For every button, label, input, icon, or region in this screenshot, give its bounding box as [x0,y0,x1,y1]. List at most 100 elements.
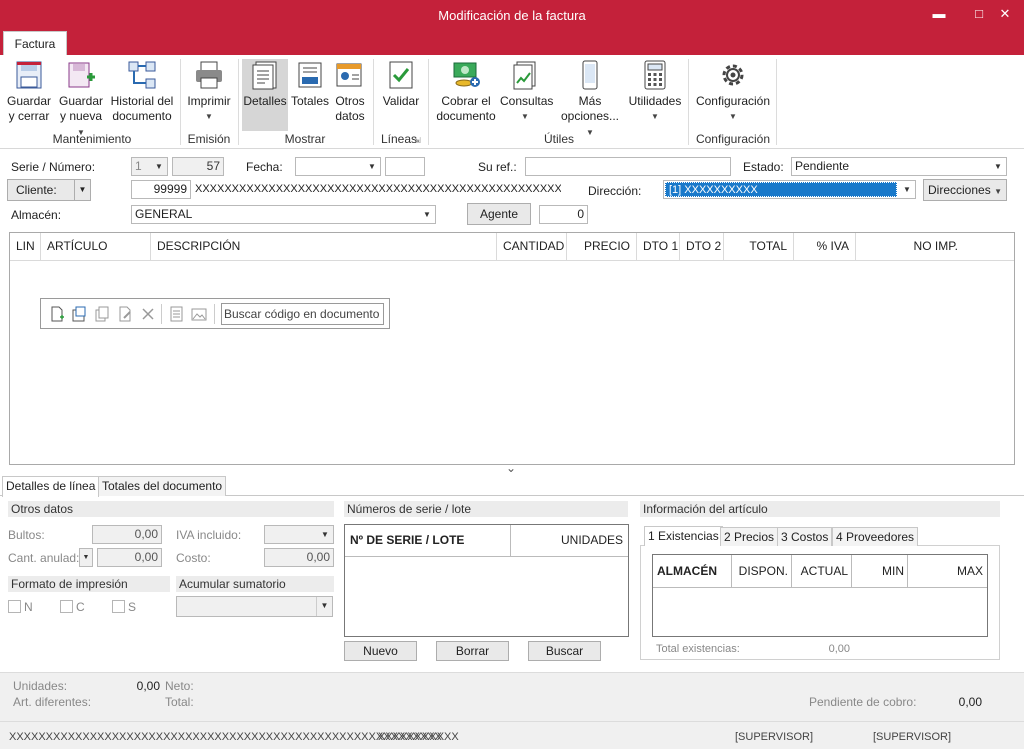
fecha-picker[interactable]: ▼ [295,157,381,176]
chevron-down-icon[interactable]: ▼ [74,180,90,200]
formato-n-checkbox[interactable] [8,600,21,613]
tab-detalles-linea[interactable]: Detalles de línea [2,476,100,497]
formato-s-label: S [128,600,137,614]
validar-button[interactable]: Validar [378,59,424,109]
document-icon[interactable] [168,306,184,322]
su-ref-input[interactable] [525,157,731,176]
tab-proveedores[interactable]: 4 Proveedores [832,527,919,546]
bultos-input[interactable]: 0,00 [92,525,162,544]
tab-costos[interactable]: 3 Costos [777,527,833,546]
utilidades-button[interactable]: Utilidades ▼ [627,59,683,124]
chevron-down-icon: ▼ [423,210,431,219]
cant-anulada-input[interactable]: 0,00 [97,548,162,567]
iva-incluido-select[interactable]: ▼ [264,525,334,544]
totales-button[interactable]: Totales [290,59,330,109]
group-mostrar: Mostrar [284,132,326,146]
details-icon [252,61,277,90]
totals-icon [298,62,322,88]
formato-n-label: N [24,600,33,614]
fecha-label: Fecha: [246,160,283,174]
history-tree-icon [128,61,156,89]
stock-grid[interactable]: ALMACÉN DISPON. ACTUAL MIN MAX [652,554,988,637]
detalles-button[interactable]: Detalles [242,59,288,131]
actual-column-header[interactable]: ACTUAL [792,555,852,588]
grid-search-input[interactable]: Buscar código en documento [221,303,384,325]
expand-panel-icon[interactable]: ⌄ [506,461,516,475]
tab-totales-documento[interactable]: Totales del documento [98,476,227,496]
tab-precios[interactable]: 2 Precios [720,527,779,546]
group-configuracion: Configuración [695,132,771,146]
column-header-precio[interactable]: PRECIO [567,233,637,261]
new-line-icon[interactable] [49,306,65,322]
queries-chart-icon [513,61,536,90]
cliente-button[interactable]: Cliente: ▼ [7,179,91,201]
column-header-dto2[interactable]: DTO 2 [680,233,724,261]
lines-grid[interactable]: LIN ARTÍCULO DESCRIPCIÓN CANTIDAD PRECIO… [9,232,1015,465]
grid-mini-toolbar: Buscar código en documento [40,298,390,329]
formato-s-checkbox[interactable] [112,600,125,613]
calculator-icon [644,60,666,90]
bultos-label: Bultos: [8,528,45,542]
copy-icon[interactable] [94,306,110,322]
minimize-button[interactable]: ▬ [922,0,956,28]
coste-input[interactable]: 0,00 [264,548,334,567]
nuevo-button[interactable]: Nuevo [344,641,417,661]
edit-icon[interactable] [117,306,133,322]
acumular-select[interactable]: ▼ [176,596,333,617]
numero-field[interactable]: 57 [172,157,224,176]
imprimir-button[interactable]: Imprimir ▼ [184,59,234,124]
column-header-iva[interactable]: % IVA [794,233,856,261]
cliente-code-input[interactable]: 99999 [131,180,191,199]
almacen-select[interactable]: GENERAL ▼ [131,205,436,224]
close-button[interactable]: ✕ [988,0,1022,28]
serie-select[interactable]: 1 ▼ [131,157,168,176]
insert-line-icon[interactable] [71,306,87,322]
agente-button[interactable]: Agente [467,203,531,225]
chevron-down-icon: ▼ [729,112,737,121]
mobile-phone-icon [582,60,598,90]
configuracion-button[interactable]: Configuración ▼ [694,59,772,124]
cobrar-documento-button[interactable]: Cobrar el documento [434,59,498,124]
chevron-down-icon: ▼ [994,162,1002,171]
serial-column-header[interactable]: Nº DE SERIE / LOTE [345,525,511,557]
guardar-cerrar-button[interactable]: Guardar y cerrar [5,59,53,124]
cant-anulada-label: Cant. anulad: [8,551,80,565]
delete-icon[interactable] [140,306,156,322]
historial-documento-button[interactable]: Historial del documento [108,59,176,124]
estado-select[interactable]: Pendiente ▼ [791,157,1007,176]
mas-opciones-button[interactable]: Más opciones... ▼ [556,59,624,140]
other-data-icon [336,63,362,87]
min-column-header[interactable]: MIN [852,555,908,588]
toolbar-separator [161,304,162,324]
unidades-column-header[interactable]: UNIDADES [511,525,628,557]
borrar-button[interactable]: Borrar [436,641,509,661]
column-header-total[interactable]: TOTAL [724,233,794,261]
ribbon: Guardar y cerrar Guardar y nueva ▼ Histo… [0,55,1024,149]
almacen-column-header[interactable]: ALMACÉN [653,555,732,588]
agente-input[interactable]: 0 [539,205,588,224]
image-icon[interactable] [191,306,207,322]
consultas-button[interactable]: Consultas ▼ [500,59,553,124]
dialog-launcher-icon[interactable]: ⇲ [414,136,421,145]
cant-anulada-dropdown[interactable]: ▼ [79,548,93,567]
serial-grid[interactable]: Nº DE SERIE / LOTE UNIDADES [344,524,629,637]
tab-factura[interactable]: Factura [3,31,67,56]
buscar-button[interactable]: Buscar [528,641,601,661]
ribbon-separator [688,59,689,145]
hora-field[interactable] [385,157,425,176]
column-header-cantidad[interactable]: CANTIDAD [497,233,567,261]
direccion-select[interactable]: [1] XXXXXXXXXX ▼ [663,180,916,199]
otros-datos-button[interactable]: Otros datos [332,59,368,124]
guardar-nueva-button[interactable]: Guardar y nueva ▼ [56,59,106,140]
column-header-articulo[interactable]: ARTÍCULO [41,233,151,261]
max-column-header[interactable]: MAX [908,555,987,588]
dispon-column-header[interactable]: DISPON. [732,555,792,588]
column-header-no-imp[interactable]: NO IMP. [856,233,1014,261]
column-header-descripcion[interactable]: DESCRIPCIÓN [151,233,497,261]
formato-c-label: C [76,600,85,614]
column-header-lin[interactable]: LIN [10,233,41,261]
direcciones-button[interactable]: Direcciones ▼ [923,179,1007,201]
formato-c-checkbox[interactable] [60,600,73,613]
column-header-dto1[interactable]: DTO 1 [637,233,680,261]
tab-existencias[interactable]: 1 Existencias [644,526,723,546]
